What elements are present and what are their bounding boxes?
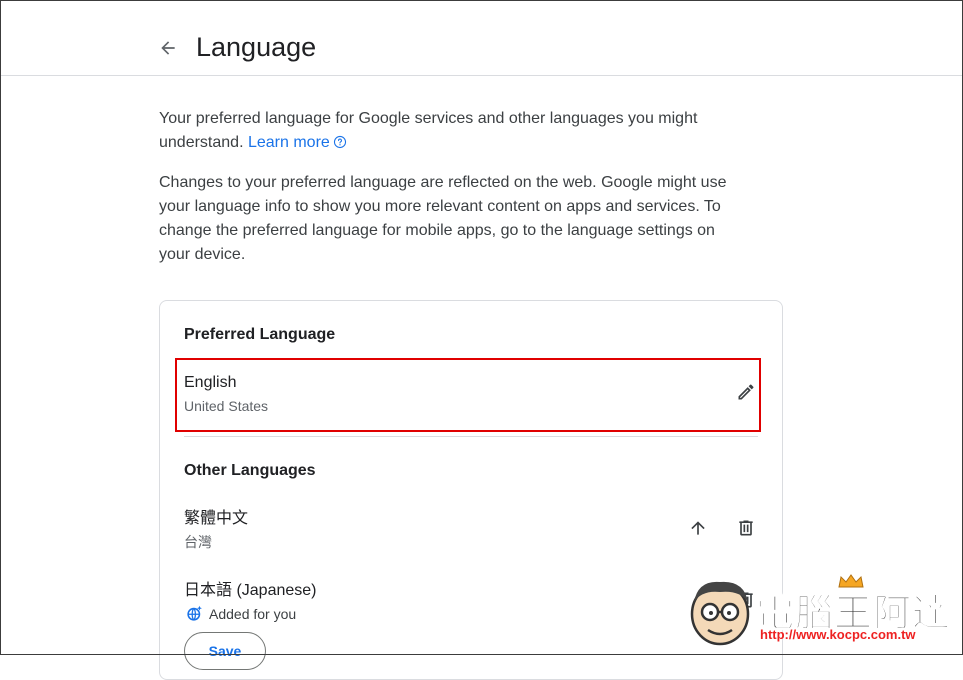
divider [184, 436, 758, 437]
other-languages-title: Other Languages [184, 462, 316, 479]
globe-sparkle-icon [187, 605, 202, 621]
watermark-url: http://www.kocpc.com.tw [760, 627, 916, 642]
preferred-language-region: United States [184, 398, 269, 414]
intro-paragraph-2: Changes to your preferred language are r… [159, 174, 727, 263]
delete-language-button[interactable] [732, 514, 760, 542]
mascot-logo-icon [690, 581, 750, 646]
edit-language-button[interactable] [732, 378, 760, 406]
page-header: Language [0, 0, 963, 76]
move-up-button[interactable] [684, 514, 712, 542]
other-language-region: 台灣 [184, 534, 212, 550]
help-circle-icon [333, 135, 346, 149]
back-button[interactable] [153, 33, 183, 63]
intro-paragraph-1: Your preferred language for Google servi… [159, 107, 729, 155]
arrow-back-icon [161, 41, 175, 55]
added-for-you-note: Added for you [186, 605, 296, 622]
trash-icon [739, 520, 753, 536]
save-button[interactable]: Save [184, 632, 266, 670]
added-for-you-text: Added for you [209, 605, 297, 622]
other-language-name: 日本語 (Japanese) [184, 582, 317, 599]
pencil-icon [738, 384, 754, 400]
other-language-name: 繁體中文 [184, 510, 249, 527]
watermark: 電腦王阿達 http://www.kocpc.com.tw [684, 572, 959, 652]
learn-more-link[interactable]: Learn more [248, 134, 347, 151]
page-title: Language [196, 32, 317, 62]
preferred-language-name: English [184, 374, 237, 391]
arrow-up-icon [691, 521, 705, 535]
preferred-language-title: Preferred Language [184, 326, 336, 343]
intro-text-1: Your preferred language for Google servi… [159, 110, 698, 151]
